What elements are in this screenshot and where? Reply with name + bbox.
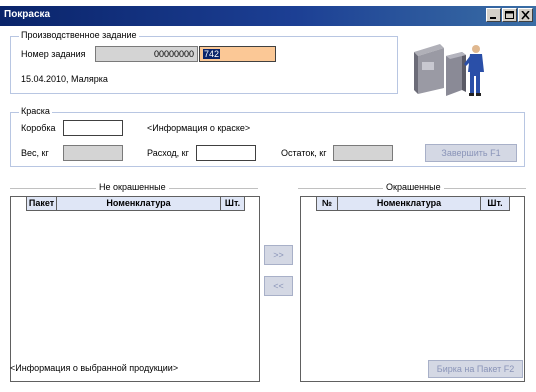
painted-col-marker (301, 197, 317, 211)
title-bar: Покраска (0, 6, 536, 26)
rest-label: Остаток, кг (281, 148, 327, 158)
painted-col-qty[interactable]: Шт. (481, 197, 510, 211)
box-label: Коробка (21, 123, 56, 133)
task-number-input[interactable]: 742 (199, 46, 276, 62)
usage-label: Расход, кг (147, 148, 189, 158)
unpainted-table-header: Пакет Номенклатура Шт. (11, 197, 259, 211)
window-title: Покраска (4, 9, 51, 20)
task-number-value: 742 (203, 49, 221, 59)
task-number-prefix-field: 00000000 (95, 46, 198, 62)
worker-illustration (414, 44, 484, 96)
paint-info-text: <Информация о краске> (147, 123, 251, 133)
usage-input[interactable] (196, 145, 256, 161)
task-legend: Производственное задание (19, 30, 139, 40)
tag-packet-button[interactable]: Бирка на Пакет F2 (428, 360, 523, 378)
finish-button[interactable]: Завершить F1 (425, 144, 517, 162)
painted-col-number[interactable]: № (317, 197, 338, 211)
close-button[interactable] (518, 8, 533, 22)
maximize-button[interactable] (502, 8, 517, 22)
weight-field (63, 145, 123, 161)
close-icon (521, 11, 530, 20)
unpainted-title: Не окрашенные (96, 182, 169, 192)
unpainted-col-nomenclature[interactable]: Номенклатура (57, 197, 221, 211)
painted-col-filler (510, 197, 524, 211)
painted-title: Окрашенные (383, 182, 444, 192)
selected-product-info: <Информация о выбранной продукции> (10, 363, 179, 373)
task-group: Производственное задание Номер задания 0… (10, 30, 398, 94)
painted-table-header: № Номенклатура Шт. (301, 197, 524, 211)
maximize-icon (505, 11, 514, 19)
painted-col-nomenclature[interactable]: Номенклатура (338, 197, 481, 211)
rest-field (333, 145, 393, 161)
unpainted-col-qty[interactable]: Шт. (221, 197, 245, 211)
task-number-label: Номер задания (21, 49, 86, 59)
paint-group: Краска Коробка <Информация о краске> Вес… (10, 106, 525, 167)
move-right-button[interactable]: >> (264, 245, 293, 265)
unpainted-col-packet[interactable]: Пакет (27, 197, 57, 211)
unpainted-table[interactable]: Пакет Номенклатура Шт. (10, 196, 260, 382)
weight-label: Вес, кг (21, 148, 49, 158)
minimize-button[interactable] (486, 8, 501, 22)
paint-legend: Краска (19, 106, 52, 116)
task-date-line: 15.04.2010, Малярка (21, 74, 108, 84)
move-left-button[interactable]: << (264, 276, 293, 296)
box-input[interactable] (63, 120, 123, 136)
unpainted-col-filler (245, 197, 259, 211)
main-window: Производственное задание Номер задания 0… (0, 26, 536, 392)
unpainted-col-marker (11, 197, 27, 211)
minimize-icon (490, 17, 496, 19)
painted-table[interactable]: № Номенклатура Шт. (300, 196, 525, 382)
